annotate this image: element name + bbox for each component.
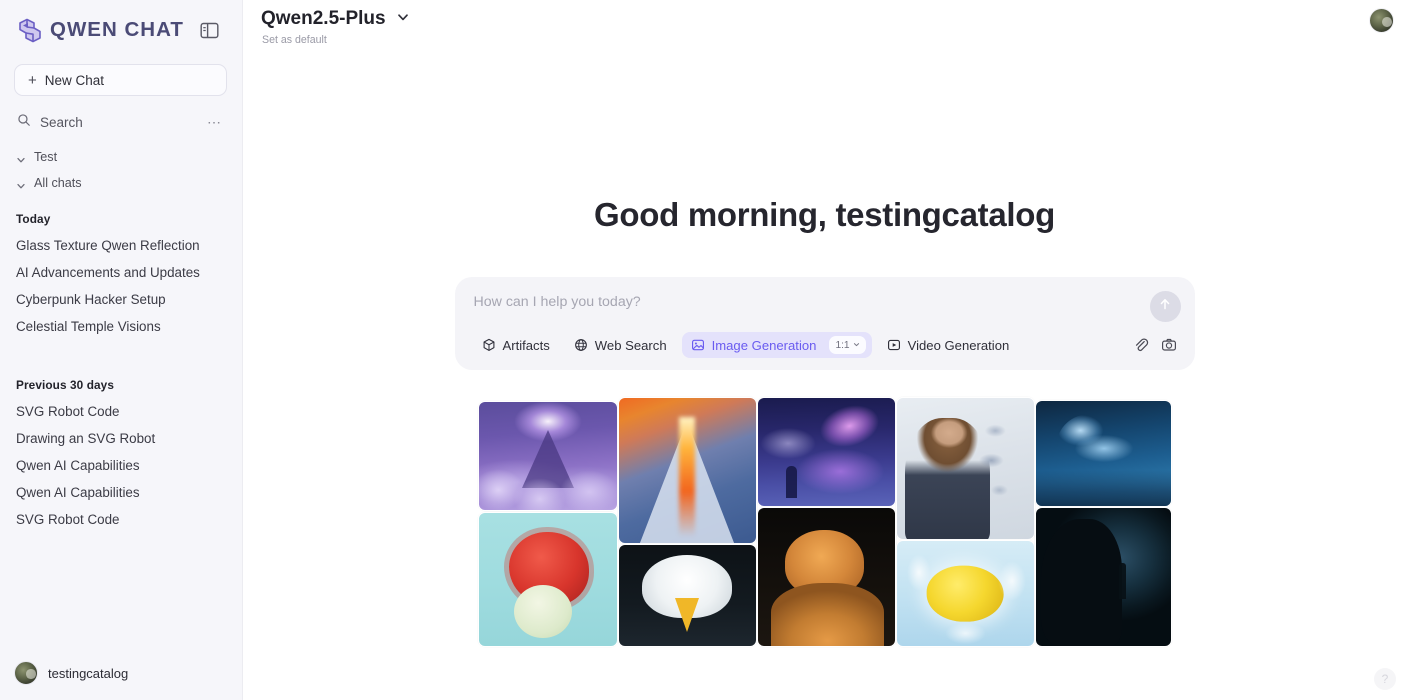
gallery-image: [478, 513, 617, 646]
sidebar: QWEN CHAT + New Chat Search ⋯ Test All c…: [0, 0, 243, 700]
tool-label: Web Search: [594, 337, 667, 353]
list-item[interactable]: Cyberpunk Hacker Setup: [14, 286, 228, 313]
composer-toolbar: Artifacts Web Search Image Generation 1:…: [473, 332, 1177, 358]
list-item[interactable]: Qwen AI Capabilities: [14, 452, 228, 479]
list-item[interactable]: Glass Texture Qwen Reflection: [14, 232, 228, 259]
gallery-image: [618, 545, 756, 646]
ellipsis-icon[interactable]: ⋯: [207, 115, 222, 129]
gallery-image: [896, 398, 1034, 539]
gallery-tile-bald-eagle-portrait[interactable]: [617, 544, 757, 647]
list-item[interactable]: AI Advancements and Updates: [14, 259, 228, 286]
send-button[interactable]: [1149, 291, 1181, 322]
tool-video-generation[interactable]: Video Generation: [878, 332, 1019, 358]
gallery-tile-lemon-in-water-splash[interactable]: [895, 540, 1035, 647]
tool-label: Artifacts: [502, 337, 550, 353]
panel-toggle-icon[interactable]: [198, 18, 222, 42]
video-icon: [887, 338, 901, 352]
brand-title: QWEN CHAT: [50, 17, 184, 41]
center-column: Good morning, testingcatalog How can I h…: [243, 0, 1406, 647]
chevron-down-icon: [16, 178, 26, 189]
tool-artifacts[interactable]: Artifacts: [473, 332, 559, 358]
tool-image-generation[interactable]: Image Generation 1:1: [681, 332, 872, 358]
image-icon: [691, 338, 705, 352]
composer: How can I help you today? Artifacts Web …: [454, 277, 1195, 370]
sidebar-user-row[interactable]: testingcatalog: [0, 646, 242, 700]
app-root: QWEN CHAT + New Chat Search ⋯ Test All c…: [0, 0, 1406, 700]
list-item[interactable]: SVG Robot Code: [14, 506, 228, 533]
main-area: Qwen2.5-Plus Set as default Good morning…: [243, 0, 1406, 700]
chevron-down-icon: [16, 152, 26, 163]
search-row[interactable]: Search ⋯: [14, 108, 228, 136]
cube-icon: [482, 338, 496, 352]
sidebar-group-test[interactable]: Test: [14, 144, 228, 170]
list-item[interactable]: Qwen AI Capabilities: [14, 479, 228, 506]
image-gallery: [477, 397, 1172, 647]
gallery-tile-ice-wolf-in-forest[interactable]: [1034, 400, 1172, 507]
globe-icon: [574, 338, 588, 352]
gallery-image: [757, 398, 895, 506]
gallery-image: [1035, 508, 1171, 646]
qwen-logo-icon: [14, 16, 44, 44]
gallery-tile-erupting-volcano-mountain[interactable]: [617, 397, 757, 544]
sidebar-top: QWEN CHAT + New Chat Search ⋯: [0, 0, 242, 136]
attachment-actions: [1133, 337, 1177, 353]
camera-icon[interactable]: [1161, 337, 1177, 353]
user-avatar[interactable]: [14, 661, 38, 685]
sidebar-group-label: All chats: [34, 176, 82, 190]
gallery-tile-red-spiky-bird-with-egg[interactable]: [477, 512, 618, 647]
tool-web-search[interactable]: Web Search: [565, 332, 676, 358]
list-item[interactable]: SVG Robot Code: [14, 398, 228, 425]
gallery-tile-woman-profile-silhouette[interactable]: [1034, 507, 1172, 647]
new-chat-label: New Chat: [44, 72, 105, 88]
tool-label: Video Generation: [907, 337, 1010, 353]
arrow-up-icon: [1157, 296, 1173, 317]
help-button[interactable]: ?: [1374, 668, 1396, 690]
new-chat-button[interactable]: + New Chat: [14, 64, 227, 96]
aspect-ratio-value: 1:1: [835, 339, 850, 351]
paperclip-icon[interactable]: [1133, 337, 1149, 353]
gallery-image: [757, 508, 895, 646]
sidebar-chat-list: Test All chats Today Glass Texture Qwen …: [0, 144, 242, 646]
page-title: Good morning, testingcatalog: [594, 196, 1055, 233]
gallery-tile-smiling-woman-presenting[interactable]: [895, 397, 1035, 540]
gallery-image: [896, 541, 1034, 646]
gallery-tile-celestial-temple-in-clouds[interactable]: [477, 401, 618, 511]
plus-icon: +: [28, 71, 37, 89]
section-header-previous-30-days: Previous 30 days: [16, 378, 114, 392]
sidebar-group-all-chats[interactable]: All chats: [14, 170, 228, 196]
gallery-tile-aurora-whale-over-sea[interactable]: [756, 397, 896, 507]
chat-input[interactable]: How can I help you today?: [473, 294, 1177, 310]
tool-label: Image Generation: [711, 337, 817, 353]
list-item[interactable]: Celestial Temple Visions: [14, 313, 228, 340]
aspect-ratio-selector[interactable]: 1:1: [829, 336, 866, 354]
search-label: Search: [40, 114, 83, 130]
section-header-today: Today: [16, 212, 51, 226]
gallery-image: [1035, 401, 1171, 506]
list-item[interactable]: Drawing an SVG Robot: [14, 425, 228, 452]
gallery-image: [478, 402, 617, 510]
brand-row: QWEN CHAT: [14, 10, 228, 50]
chevron-down-icon: [853, 340, 860, 351]
gallery-tile-orange-tabby-cat[interactable]: [756, 507, 896, 647]
search-icon: [17, 113, 31, 132]
gallery-image: [618, 398, 756, 543]
sidebar-group-label: Test: [34, 150, 58, 164]
sidebar-username: testingcatalog: [48, 665, 129, 681]
